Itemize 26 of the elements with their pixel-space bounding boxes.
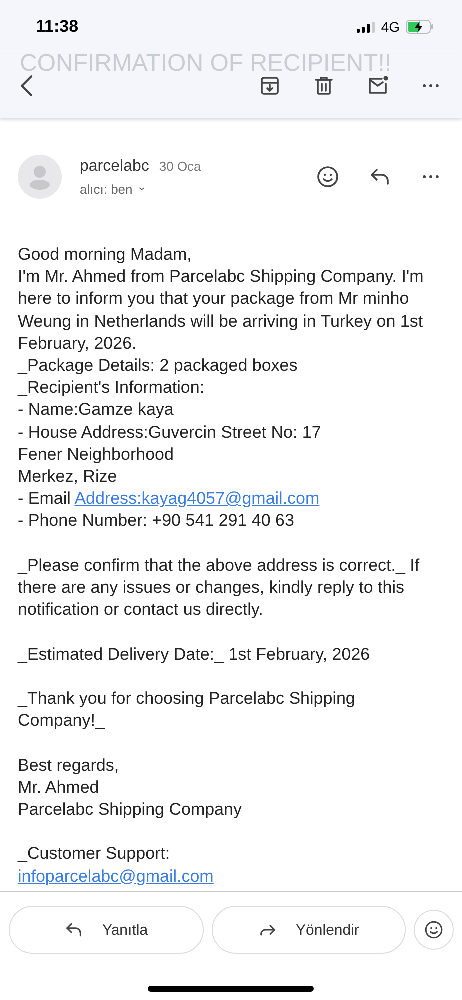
- body-text: _Thank you for choosing Parcelabc Shipping Company!_: [18, 688, 356, 732]
- body-text: Mr. Ahmed: [18, 776, 100, 799]
- status-time: 11:38: [36, 17, 79, 37]
- body-text: Best regards,: [18, 754, 120, 777]
- recipient-toggle[interactable]: alıcı: ben: [80, 182, 147, 196]
- sender-name: parcelabc: [80, 158, 150, 176]
- body-text: Merkez, Rize: [18, 466, 118, 488]
- body-text: Fener Neighborhood: [18, 444, 175, 466]
- email-link[interactable]: infoparcelabc@gmail.com: [18, 866, 214, 886]
- signal-icon: [357, 22, 376, 32]
- body-text: - House Address:Guvercin Street No: 17: [18, 422, 322, 444]
- battery-charging-icon: [406, 20, 434, 34]
- email-link[interactable]: Address:kayag4057@gmail.com: [74, 489, 320, 508]
- message-date: 30 Oca: [159, 158, 202, 174]
- body-text: _Recipient's Information:: [18, 377, 206, 400]
- body-text: - Email Address:kayag4057@gmail.com: [18, 488, 321, 510]
- body-text: I'm Mr. Ahmed from Parcelabc Shipping Company. I'm here to inform you that your package from Mr minho Weung in Netherlands will be arriving in Turkey on 1st February, 2026.: [18, 266, 425, 355]
- body-text: Parcelabc Shipping Company: [18, 799, 243, 822]
- body-text: _Customer Support:: [18, 843, 172, 866]
- body-text: _Please confirm that the above address is correct._ If there are any issues or changes, kindly reply to this notification or contact us directly.: [18, 554, 421, 622]
- body-text: _Package Details: 2 packaged boxes: [18, 355, 299, 378]
- body-text: Good morning Madam,: [18, 244, 193, 266]
- body-text: - Phone Number: +90 541 291 40 63: [18, 510, 296, 532]
- body-text: - Name:Gamze kaya: [18, 399, 175, 422]
- body-text: _Estimated Delivery Date:_ 1st February, 2026: [18, 644, 372, 666]
- network-label: 4G: [381, 19, 400, 35]
